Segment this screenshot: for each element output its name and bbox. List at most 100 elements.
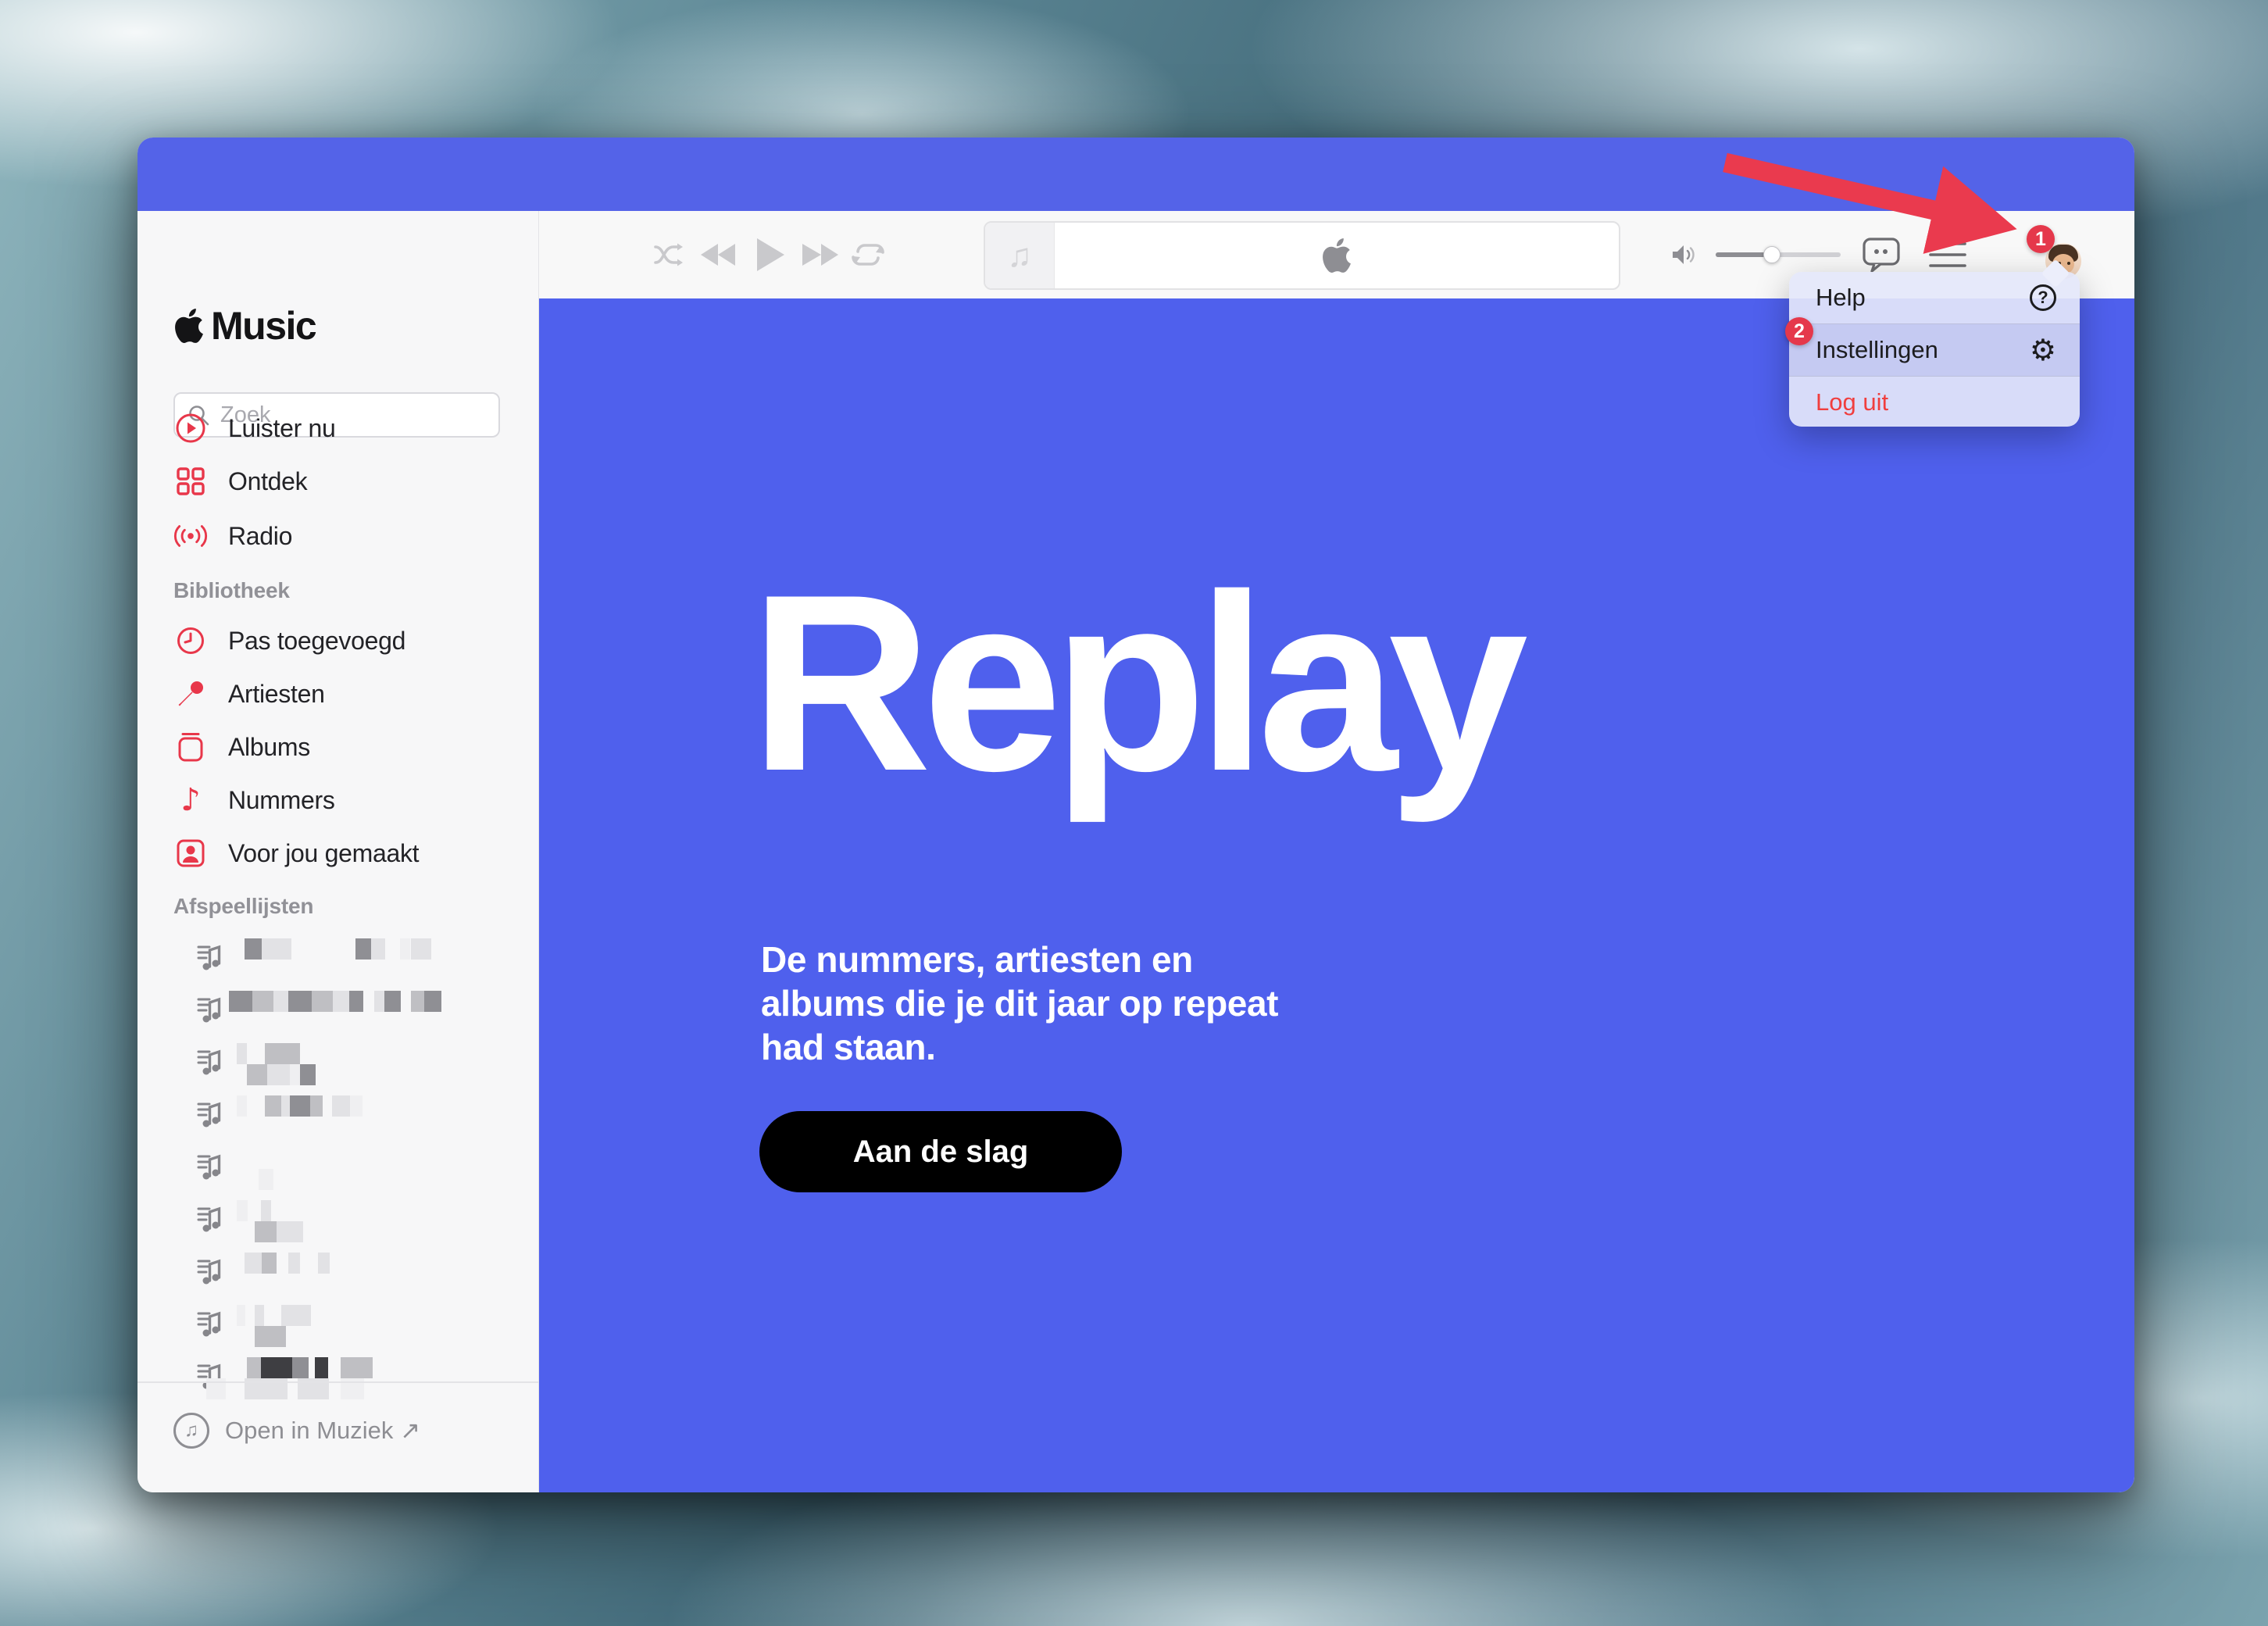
playlist-item-redacted[interactable] <box>138 1245 539 1298</box>
redacted-text-block <box>332 1095 350 1117</box>
volume-slider-knob[interactable] <box>1763 246 1780 263</box>
volume-icon <box>1670 211 1698 298</box>
playlist-item-redacted[interactable] <box>138 1193 539 1245</box>
playlist-item-redacted[interactable] <box>138 1088 539 1141</box>
redacted-text-block <box>255 1326 286 1347</box>
sidebar-item-label: Artiesten <box>228 680 325 709</box>
playlist-icon <box>195 1255 227 1290</box>
sidebar-item-label: Pas toegevoegd <box>228 627 405 656</box>
rewind-icon[interactable] <box>698 211 739 298</box>
redacted-text-block <box>237 1200 248 1221</box>
redacted-text-block <box>245 938 262 960</box>
account-menu: Help ? Instellingen ⚙ Log uit <box>1789 272 2080 427</box>
album-icon <box>173 731 208 763</box>
page-title: Replay <box>750 558 1519 809</box>
redacted-text-block <box>259 1169 273 1190</box>
redacted-text-block <box>300 1064 316 1085</box>
redacted-text-block <box>290 1064 300 1085</box>
playlist-icon <box>195 993 227 1028</box>
replay-page: Replay De nummers, artiesten en albums d… <box>539 298 2134 1492</box>
playlist-item-redacted[interactable] <box>138 931 539 984</box>
redacted-text-block <box>355 938 371 960</box>
sidebar-item-label: Voor jou gemaakt <box>228 839 419 868</box>
playlist-item-redacted[interactable] <box>138 984 539 1036</box>
question-circle-icon: ? <box>2030 284 2056 311</box>
redacted-text-block <box>247 1064 267 1085</box>
music-note-circle-icon: ♫ <box>173 1413 209 1449</box>
grid-icon <box>173 466 208 496</box>
redacted-text-block <box>350 1095 363 1117</box>
microphone-icon <box>173 679 208 709</box>
redacted-text-block <box>349 991 363 1012</box>
get-started-button[interactable]: Aan de slag <box>759 1111 1122 1192</box>
menu-item-help[interactable]: Help ? <box>1789 272 2080 323</box>
artwork-placeholder: ♫ <box>985 223 1055 288</box>
redacted-text-block <box>359 1357 373 1378</box>
redacted-text-block <box>298 1305 311 1326</box>
redacted-text-block <box>318 1253 330 1274</box>
redacted-text-block <box>341 1357 359 1378</box>
sidebar-item-label: Ontdek <box>228 467 307 496</box>
shuffle-icon[interactable] <box>652 211 687 298</box>
sidebar-item-radio[interactable]: Radio <box>173 511 509 561</box>
playlist-icon <box>195 1203 227 1238</box>
sidebar-item-artiesten[interactable]: Artiesten <box>173 669 509 719</box>
redacted-text-block <box>237 1095 247 1117</box>
sidebar-item-pas-toegevoegd[interactable]: Pas toegevoegd <box>173 616 509 666</box>
redacted-text-block <box>384 991 401 1012</box>
playlist-icon <box>195 1098 227 1133</box>
sidebar-item-ontdek[interactable]: Ontdek <box>173 456 509 506</box>
redacted-text-block <box>245 1253 262 1274</box>
menu-item-instellingen[interactable]: Instellingen ⚙ <box>1789 324 2080 376</box>
playlists-header: Afspeellijsten <box>173 894 313 919</box>
redacted-text-block <box>424 991 441 1012</box>
redacted-text-block <box>237 1305 245 1326</box>
playlist-item-redacted[interactable] <box>138 1298 539 1350</box>
playlist-icon <box>195 1045 227 1081</box>
redacted-text-block <box>265 1043 285 1064</box>
redacted-text-block <box>288 991 312 1012</box>
redacted-text-block <box>290 1095 310 1117</box>
lcd-apple-logo <box>1055 223 1619 288</box>
play-icon[interactable] <box>752 211 789 298</box>
redacted-text-block <box>411 938 431 960</box>
redacted-text-block <box>310 1095 323 1117</box>
fast-forward-icon[interactable] <box>800 211 841 298</box>
redacted-text-block <box>333 991 349 1012</box>
redacted-text-block <box>267 1064 290 1085</box>
apple-logo-icon <box>1320 236 1354 275</box>
redacted-text-block <box>237 1043 247 1064</box>
redacted-text-block <box>371 938 385 960</box>
redacted-text-block <box>255 1305 264 1326</box>
playlist-item-redacted[interactable] <box>138 1036 539 1088</box>
sidebar-item-nummers[interactable]: ♪ Nummers <box>173 775 509 825</box>
redacted-text-block <box>285 1043 300 1064</box>
redacted-text-block <box>273 991 288 1012</box>
open-in-music-link[interactable]: ♫ Open in Muziek ↗ <box>173 1413 420 1449</box>
repeat-icon[interactable] <box>850 211 886 298</box>
sidebar-item-luister-nu[interactable]: Luister nu <box>173 403 509 453</box>
sidebar-item-label: Luister nu <box>228 414 336 443</box>
sidebar-item-albums[interactable]: Albums <box>173 722 509 772</box>
now-playing-display: ♫ <box>984 221 1620 290</box>
menu-item-log-uit[interactable]: Log uit <box>1789 377 2080 428</box>
redacted-text-block <box>292 1357 309 1378</box>
sidebar-item-label: Albums <box>228 733 310 762</box>
playlist-icon <box>195 941 227 976</box>
redacted-text-block <box>261 1357 292 1378</box>
sidebar-item-voor-jou-gemaakt[interactable]: Voor jou gemaakt <box>173 828 509 878</box>
playlist-item-redacted[interactable] <box>138 1141 539 1193</box>
clock-icon <box>173 626 208 656</box>
redacted-text-block <box>315 1357 328 1378</box>
redacted-text-block <box>374 991 384 1012</box>
page-description: De nummers, artiesten en albums die je d… <box>761 938 1278 1069</box>
redacted-text-block <box>247 1357 261 1378</box>
playlist-icon <box>195 1307 227 1342</box>
playlist-item-redacted[interactable] <box>138 1350 539 1403</box>
sidebar: Music Luister nu <box>138 211 539 1492</box>
apple-music-logo: Music <box>172 303 316 348</box>
redacted-text-block <box>291 1221 303 1242</box>
library-header: Bibliotheek <box>173 578 290 603</box>
logo-wordmark: Music <box>211 303 316 348</box>
redacted-text-block <box>281 1095 290 1117</box>
